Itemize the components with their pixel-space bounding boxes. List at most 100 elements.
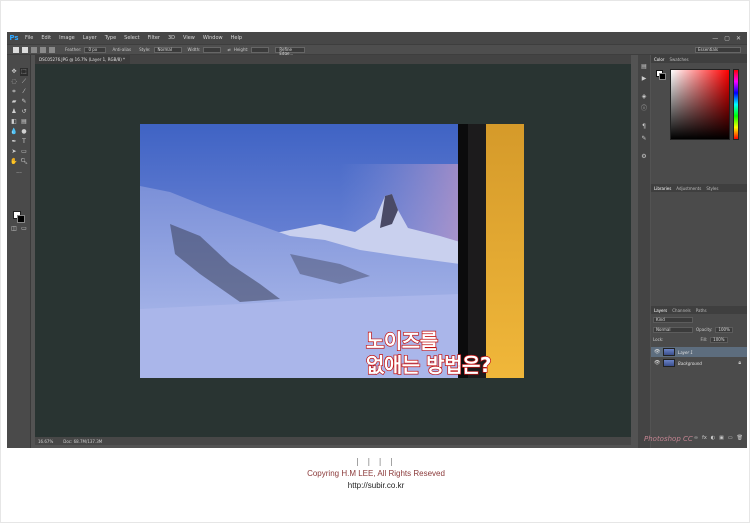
workspace-select[interactable]: Essentials xyxy=(695,47,741,53)
eyedropper-tool-icon[interactable]: ⁄ xyxy=(20,88,28,96)
add-selection-icon[interactable] xyxy=(31,46,37,53)
trash-icon[interactable]: 🗑 xyxy=(737,435,743,443)
canvas-pasteboard[interactable]: 노이즈를 없애는 방법은? xyxy=(35,64,631,437)
photoshop-window: Ps File Edit Image Layer Type Select Fil… xyxy=(7,32,747,448)
menu-filter[interactable]: Filter xyxy=(144,32,164,44)
antialias-checkbox[interactable]: Anti-alias xyxy=(112,47,131,52)
new-layer-icon[interactable]: ▭ xyxy=(728,435,733,443)
screen-mode-icon[interactable]: ▭ xyxy=(20,225,28,233)
doc-size[interactable]: Doc: 68.7M/137.3M xyxy=(63,439,102,444)
gradient-tool-icon[interactable]: ▤ xyxy=(20,118,28,126)
swap-icon[interactable]: ⇄ xyxy=(227,47,230,52)
dodge-tool-icon[interactable]: ● xyxy=(20,128,28,136)
tab-swatches[interactable]: Swatches xyxy=(669,57,688,62)
crop-tool-icon[interactable]: ⌗ xyxy=(10,88,18,96)
layer-row[interactable]: 👁︎ Background 🔒︎ xyxy=(651,358,747,368)
menu-file[interactable]: File xyxy=(21,32,37,44)
tab-styles[interactable]: Styles xyxy=(706,186,718,191)
layer-filter-row: Kind xyxy=(653,316,745,323)
opacity-input[interactable]: 100% xyxy=(715,326,734,333)
menu-3d[interactable]: 3D xyxy=(164,32,179,44)
tab-color[interactable]: Color xyxy=(654,57,664,62)
type-tool-icon[interactable]: T xyxy=(20,138,28,146)
more-tools-icon[interactable]: ··· xyxy=(15,170,23,178)
eraser-tool-icon[interactable]: ◧ xyxy=(10,118,18,126)
menu-edit[interactable]: Edit xyxy=(37,32,55,44)
background-color-swatch[interactable] xyxy=(17,215,25,223)
path-select-icon[interactable]: ➤ xyxy=(10,148,18,156)
new-selection-icon[interactable] xyxy=(22,46,28,53)
layer-row[interactable]: 👁︎ Layer 1 xyxy=(651,347,747,357)
menu-view[interactable]: View xyxy=(179,32,199,44)
maximize-button[interactable]: ▢ xyxy=(724,35,730,42)
visibility-eye-icon[interactable]: 👁︎ xyxy=(654,349,660,355)
paragraph-icon[interactable]: ¶ xyxy=(640,123,648,131)
color-panel-background-swatch[interactable] xyxy=(659,73,666,80)
shape-tool-icon[interactable]: ▭ xyxy=(20,148,28,156)
color-panel-tabs: Color Swatches xyxy=(651,55,747,63)
clone-stamp-icon[interactable]: ♟ xyxy=(10,108,18,116)
blur-tool-icon[interactable]: 💧 xyxy=(10,128,18,136)
adjustment-layer-icon[interactable]: ◐ xyxy=(711,435,715,443)
tab-channels[interactable]: Channels xyxy=(672,308,691,313)
caption-divider: | | | | xyxy=(356,457,396,466)
document-tab[interactable]: DSC05276.JPG @ 16.7% (Layer 1, RGB/8) * xyxy=(35,55,130,64)
lock-icon: 🔒︎ xyxy=(738,360,741,366)
width-input[interactable] xyxy=(203,46,222,53)
lock-row: Lock: Fill: 100% xyxy=(653,336,745,343)
hue-slider[interactable] xyxy=(733,69,739,140)
fill-label: Fill: xyxy=(700,337,708,342)
info-icon[interactable]: ⓘ xyxy=(640,105,648,113)
quick-select-tool-icon[interactable]: ⟋ xyxy=(20,78,28,86)
tab-adjustments[interactable]: Adjustments xyxy=(676,186,701,191)
tab-paths[interactable]: Paths xyxy=(696,308,707,313)
menu-help[interactable]: Help xyxy=(227,32,246,44)
status-bar: 16.67% Doc: 68.7M/137.3M xyxy=(35,437,631,445)
group-icon[interactable]: ▣ xyxy=(719,435,724,443)
subtract-selection-icon[interactable] xyxy=(40,46,46,53)
move-tool-icon[interactable]: ✥ xyxy=(10,68,18,76)
menu-layer[interactable]: Layer xyxy=(79,32,101,44)
tool-presets-icon[interactable]: ⚙ xyxy=(640,153,648,161)
lasso-tool-icon[interactable]: ◌ xyxy=(10,78,18,86)
visibility-eye-icon[interactable]: 👁︎ xyxy=(654,360,660,366)
layer-kind-filter[interactable]: Kind xyxy=(653,316,693,323)
menu-image[interactable]: Image xyxy=(55,32,79,44)
actions-icon[interactable]: ▶ xyxy=(640,75,648,83)
history-icon[interactable]: ▤ xyxy=(640,63,648,71)
intersect-selection-icon[interactable] xyxy=(49,46,55,53)
tab-layers[interactable]: Layers xyxy=(654,308,667,313)
quick-mask-icon[interactable]: ◫ xyxy=(10,225,18,233)
zoom-level[interactable]: 16.67% xyxy=(38,439,53,444)
hand-tool-icon[interactable]: ✋ xyxy=(10,158,18,166)
brush-tool-icon[interactable]: ✎ xyxy=(20,98,28,106)
properties-icon[interactable]: ◈ xyxy=(640,93,648,101)
color-field[interactable] xyxy=(670,69,730,140)
fill-input[interactable]: 100% xyxy=(710,336,729,343)
close-button[interactable]: ✕ xyxy=(736,35,741,42)
fx-icon[interactable]: fx xyxy=(702,435,707,443)
marquee-preset-icon[interactable] xyxy=(13,46,19,53)
brush-presets-icon[interactable]: ✎ xyxy=(640,135,648,143)
refine-edge-button[interactable]: Refine Edge... xyxy=(275,46,306,55)
history-brush-icon[interactable]: ↺ xyxy=(20,108,28,116)
menu-window[interactable]: Window xyxy=(199,32,227,44)
feather-input[interactable]: 0 px xyxy=(84,46,107,53)
healing-brush-icon[interactable]: ▰ xyxy=(10,98,18,106)
right-panels: Color Swatches Libraries Adjustments Sty… xyxy=(651,55,747,448)
photoshop-logo: Ps xyxy=(9,34,19,42)
blend-mode-select[interactable]: Normal xyxy=(653,326,693,333)
overlay-text-line2: 없애는 방법은? xyxy=(365,352,492,377)
minimize-button[interactable]: — xyxy=(712,35,718,42)
site-url[interactable]: http://subir.co.kr xyxy=(1,480,750,492)
marquee-tool-icon[interactable]: ⬚ xyxy=(20,68,28,76)
zoom-tool-icon[interactable]: 🔍︎ xyxy=(20,158,28,166)
menu-type[interactable]: Type xyxy=(101,32,120,44)
pen-tool-icon[interactable]: ✒ xyxy=(10,138,18,146)
menu-select[interactable]: Select xyxy=(120,32,143,44)
link-layers-icon[interactable]: ∞ xyxy=(694,435,698,443)
height-input[interactable] xyxy=(251,46,270,53)
opacity-label: Opacity: xyxy=(696,327,713,332)
style-select[interactable]: Normal xyxy=(153,46,182,53)
tab-libraries[interactable]: Libraries xyxy=(654,186,671,191)
